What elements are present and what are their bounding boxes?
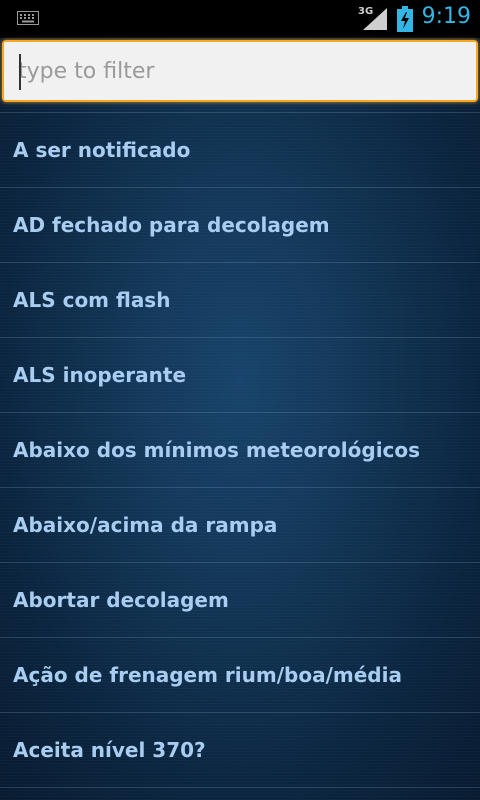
list-item[interactable]: Abaixo dos mínimos meteorológicos — [0, 413, 480, 488]
list-item[interactable]: Ação de frenagem rium/boa/média — [0, 638, 480, 713]
status-bar: 3G 9:19 — [0, 0, 480, 38]
phrase-list: A ser notificado AD fechado para decolag… — [0, 112, 480, 788]
list-item-label: AD fechado para decolagem — [13, 213, 330, 237]
list-item-label: Aceita nível 370? — [13, 738, 206, 762]
text-cursor — [19, 54, 21, 90]
list-item[interactable]: Abortar decolagem — [0, 563, 480, 638]
list-item-label: ALS com flash — [13, 288, 171, 312]
list-item-label: A ser notificado — [13, 138, 191, 162]
list-item[interactable]: A ser notificado — [0, 112, 480, 188]
battery-charging-icon — [397, 6, 413, 32]
list-item-label: Abortar decolagem — [13, 588, 229, 612]
app-content: A ser notificado AD fechado para decolag… — [0, 38, 480, 800]
list-item[interactable]: Aceita nível 370? — [0, 713, 480, 788]
signal-icon — [363, 8, 387, 30]
keyboard-icon — [17, 11, 39, 25]
filter-field[interactable] — [2, 40, 478, 102]
list-item[interactable]: Abaixo/acima da rampa — [0, 488, 480, 563]
list-item-label: Abaixo/acima da rampa — [13, 513, 278, 537]
filter-input[interactable] — [14, 49, 472, 93]
clock: 9:19 — [421, 4, 471, 29]
list-item-label: ALS inoperante — [13, 363, 187, 387]
list-item-label: Abaixo dos mínimos meteorológicos — [13, 438, 421, 462]
list-item[interactable]: AD fechado para decolagem — [0, 188, 480, 263]
list-item[interactable]: ALS com flash — [0, 263, 480, 338]
list-item-label: Ação de frenagem rium/boa/média — [13, 663, 402, 687]
list-item[interactable]: ALS inoperante — [0, 338, 480, 413]
